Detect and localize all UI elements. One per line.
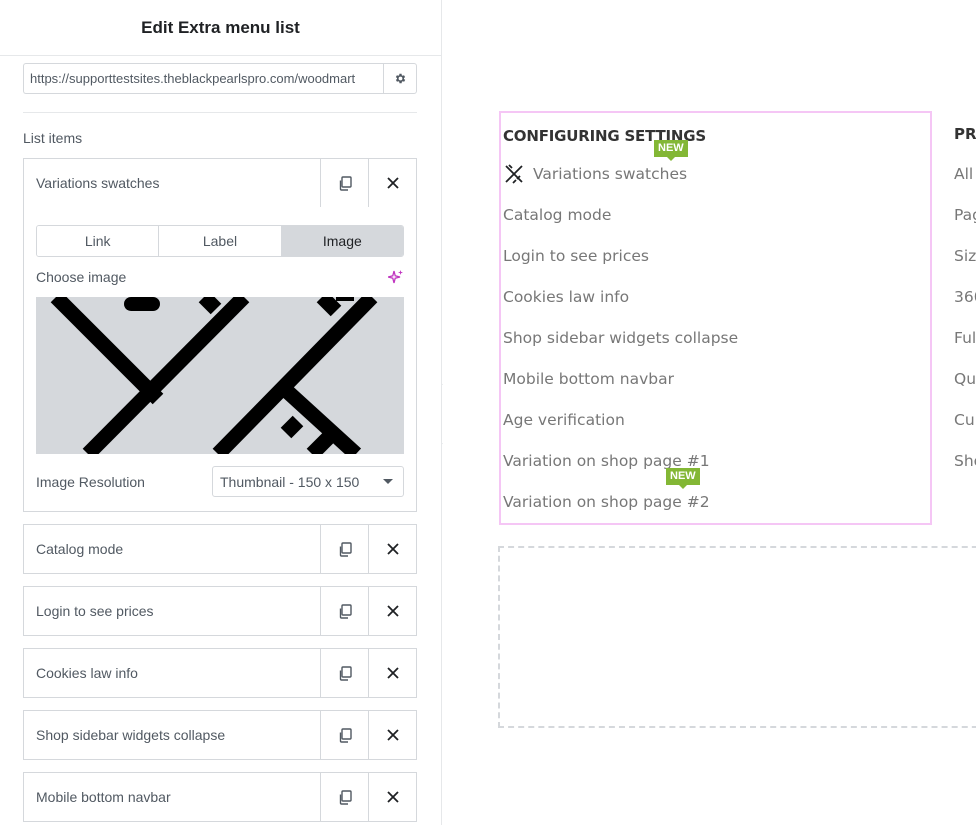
list-item-title[interactable]: Cookies law info — [24, 649, 320, 697]
divider — [23, 112, 417, 113]
remove-button[interactable] — [368, 587, 416, 635]
content-type-tabs: Link Label Image — [36, 225, 404, 257]
menu-item-col2[interactable]: All — [954, 165, 973, 183]
copy-icon — [339, 603, 352, 619]
copy-icon — [339, 665, 352, 681]
duplicate-button[interactable] — [320, 773, 368, 821]
menu-item-variation-on-shop-page-2[interactable]: Variation on shop page #2 — [503, 493, 710, 511]
duplicate-button[interactable] — [320, 159, 368, 207]
menu-item-login-to-see-prices[interactable]: Login to see prices — [503, 247, 649, 265]
duplicate-button[interactable] — [320, 711, 368, 759]
list-item-shop-sidebar-widgets-collapse: Shop sidebar widgets collapse — [23, 710, 417, 760]
list-item-title[interactable]: Mobile bottom navbar — [24, 773, 320, 821]
image-resolution-value: Thumbnail - 150 x 150 — [220, 473, 360, 490]
tab-label[interactable]: Label — [158, 226, 281, 256]
copy-icon — [339, 727, 352, 743]
close-icon — [386, 543, 399, 555]
url-control — [23, 63, 417, 94]
menu-item-age-verification[interactable]: Age verification — [503, 411, 625, 429]
image-resolution-select[interactable]: Thumbnail - 150 x 150 — [212, 466, 404, 497]
new-badge: NEW — [654, 140, 688, 161]
close-icon — [386, 177, 399, 189]
image-preview[interactable] — [36, 297, 404, 454]
list-item-variations-swatches: Variations swatches — [23, 158, 417, 208]
url-input[interactable] — [23, 63, 383, 94]
menu-item-cookies-law-info[interactable]: Cookies law info — [503, 288, 629, 306]
empty-drop-area[interactable] — [498, 546, 976, 728]
close-icon — [386, 605, 399, 617]
menu-item-col2[interactable]: Cu — [954, 411, 975, 429]
list-items-label: List items — [23, 130, 83, 146]
close-icon — [386, 729, 399, 741]
list-item-catalog-mode: Catalog mode — [23, 524, 417, 574]
new-badge: NEW — [666, 468, 700, 489]
page-preview: CONFIGURING SETTINGS Variations swatches… — [443, 0, 976, 825]
panel-header: Edit Extra menu list — [0, 0, 441, 56]
variation-swatch-icon — [505, 164, 523, 184]
variation-swatch-image — [50, 297, 378, 454]
menu-item-col2[interactable]: Sho — [954, 452, 976, 470]
menu-heading-column-2: PR — [954, 125, 976, 143]
remove-button[interactable] — [368, 525, 416, 573]
list-item-title[interactable]: Catalog mode — [24, 525, 320, 573]
copy-icon — [339, 175, 352, 191]
remove-button[interactable] — [368, 649, 416, 697]
panel-title: Edit Extra menu list — [141, 17, 300, 37]
image-resolution-label: Image Resolution — [36, 474, 145, 490]
menu-item-shop-sidebar-widgets-collapse[interactable]: Shop sidebar widgets collapse — [503, 329, 738, 347]
copy-icon — [339, 789, 352, 805]
list-item-login-to-see-prices: Login to see prices — [23, 586, 417, 636]
menu-item-label: Variations swatches — [533, 165, 688, 183]
ai-sparkle-icon[interactable] — [388, 269, 404, 285]
gear-icon — [395, 73, 405, 84]
list-item-cookies-law-info: Cookies law info — [23, 648, 417, 698]
list-item-title[interactable]: Login to see prices — [24, 587, 320, 635]
list-item-settings: Link Label Image Choose image Image Reso… — [23, 207, 417, 512]
tab-image[interactable]: Image — [280, 226, 403, 256]
menu-item-col2[interactable]: Ful — [954, 329, 976, 347]
close-icon — [386, 791, 399, 803]
menu-item-col2[interactable]: Qu — [954, 370, 976, 388]
duplicate-button[interactable] — [320, 649, 368, 697]
remove-button[interactable] — [368, 711, 416, 759]
menu-item-col2[interactable]: Pag — [954, 206, 976, 224]
menu-item-variations-swatches[interactable]: Variations swatches — [503, 163, 687, 185]
list-item-title[interactable]: Variations swatches — [24, 159, 320, 207]
menu-item-col2[interactable]: Siz — [954, 247, 976, 265]
duplicate-button[interactable] — [320, 525, 368, 573]
tab-link[interactable]: Link — [37, 226, 159, 256]
menu-item-col2[interactable]: 360 — [954, 288, 976, 306]
menu-item-mobile-bottom-navbar[interactable]: Mobile bottom navbar — [503, 370, 674, 388]
extra-menu-list-widget[interactable]: CONFIGURING SETTINGS Variations swatches… — [499, 111, 932, 525]
remove-button[interactable] — [368, 773, 416, 821]
copy-icon — [339, 541, 352, 557]
remove-button[interactable] — [368, 159, 416, 207]
list-item-title[interactable]: Shop sidebar widgets collapse — [24, 711, 320, 759]
close-icon — [386, 667, 399, 679]
chevron-down-icon — [383, 479, 393, 484]
list-item-mobile-bottom-navbar: Mobile bottom navbar — [23, 772, 417, 822]
choose-image-label: Choose image — [36, 269, 127, 285]
menu-item-catalog-mode[interactable]: Catalog mode — [503, 206, 611, 224]
editor-panel: Edit Extra menu list List items Variatio… — [0, 0, 442, 825]
duplicate-button[interactable] — [320, 587, 368, 635]
link-options-button[interactable] — [383, 63, 417, 94]
